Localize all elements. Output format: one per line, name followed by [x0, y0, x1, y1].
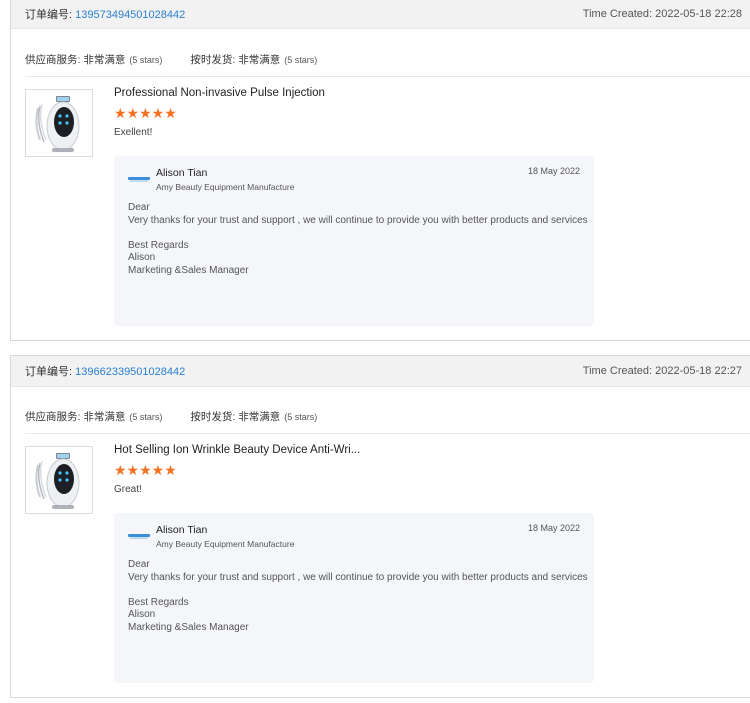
product-rating-stars: ★★★★★	[114, 462, 177, 478]
order-number-group: 订单编号: 139662339501028442	[25, 363, 185, 379]
divider	[25, 433, 750, 434]
product-thumbnail[interactable]	[25, 89, 93, 157]
product-title[interactable]: Hot Selling Ion Wrinkle Beauty Device An…	[114, 444, 360, 456]
time-created: Time Created: 2022-05-18 22:28	[582, 7, 742, 20]
reply-date: 18 May 2022	[527, 166, 580, 176]
reply-body: Dear Very thanks for your trust and supp…	[128, 202, 588, 276]
product-title[interactable]: Professional Non-invasive Pulse Injectio…	[114, 87, 325, 99]
product-thumbnail[interactable]	[25, 446, 93, 514]
company-logo-icon	[128, 177, 150, 182]
time-created: Time Created: 2022-05-18 22:27	[582, 365, 742, 377]
order-number-link[interactable]: 139573494501028442	[75, 9, 185, 21]
seller-reply: Alison Tian Amy Beauty Equipment Manufac…	[114, 513, 594, 683]
supplier-service-label: 供应商服务: 非常满意	[25, 411, 126, 423]
delivery-stars: (5 stars)	[284, 55, 318, 65]
supplier-service-stars: (5 stars)	[129, 55, 163, 65]
company-logo-icon	[128, 534, 150, 539]
reply-author-name: Alison Tian	[156, 524, 208, 536]
delivery-rating: 按时发货: 非常满意 (5 stars)	[190, 52, 317, 67]
reply-date: 18 May 2022	[527, 523, 580, 533]
delivery-stars: (5 stars)	[284, 412, 318, 422]
beauty-device-image	[26, 90, 92, 156]
supplier-service-stars: (5 stars)	[129, 412, 163, 422]
order-number-group: 订单编号: 139573494501028442	[25, 6, 185, 22]
order-header: 订单编号: 139662339501028442 Time Created: 2…	[11, 356, 750, 387]
seller-reply: Alison Tian Amy Beauty Equipment Manufac…	[114, 156, 594, 326]
supplier-service-rating: 供应商服务: 非常满意 (5 stars)	[25, 52, 162, 67]
supplier-service-rating: 供应商服务: 非常满意 (5 stars)	[25, 409, 162, 424]
reply-body: Dear Very thanks for your trust and supp…	[128, 559, 588, 633]
reply-company: Amy Beauty Equipment Manufacture	[156, 182, 295, 192]
review-comment: Exellent!	[114, 127, 153, 138]
reply-author-name: Alison Tian	[156, 167, 208, 179]
order-card: 订单编号: 139662339501028442 Time Created: 2…	[10, 355, 750, 698]
order-number-label: 订单编号:	[25, 366, 73, 378]
delivery-label: 按时发货: 非常满意	[190, 411, 281, 423]
reply-company: Amy Beauty Equipment Manufacture	[156, 539, 295, 549]
order-header: 订单编号: 139573494501028442 Time Created: 2…	[11, 0, 750, 29]
supplier-service-label: 供应商服务: 非常满意	[25, 54, 126, 66]
beauty-device-image	[26, 447, 92, 513]
order-card: 订单编号: 139573494501028442 Time Created: 2…	[10, 0, 750, 341]
order-number-link[interactable]: 139662339501028442	[75, 366, 185, 378]
delivery-label: 按时发货: 非常满意	[190, 54, 281, 66]
delivery-rating: 按时发货: 非常满意 (5 stars)	[190, 409, 317, 424]
service-ratings: 供应商服务: 非常满意 (5 stars) 按时发货: 非常满意 (5 stars)	[25, 52, 317, 67]
order-number-label: 订单编号:	[25, 8, 73, 21]
service-ratings: 供应商服务: 非常满意 (5 stars) 按时发货: 非常满意 (5 stars)	[25, 409, 317, 424]
product-rating-stars: ★★★★★	[114, 105, 177, 121]
review-comment: Great!	[114, 484, 142, 495]
divider	[25, 76, 750, 77]
